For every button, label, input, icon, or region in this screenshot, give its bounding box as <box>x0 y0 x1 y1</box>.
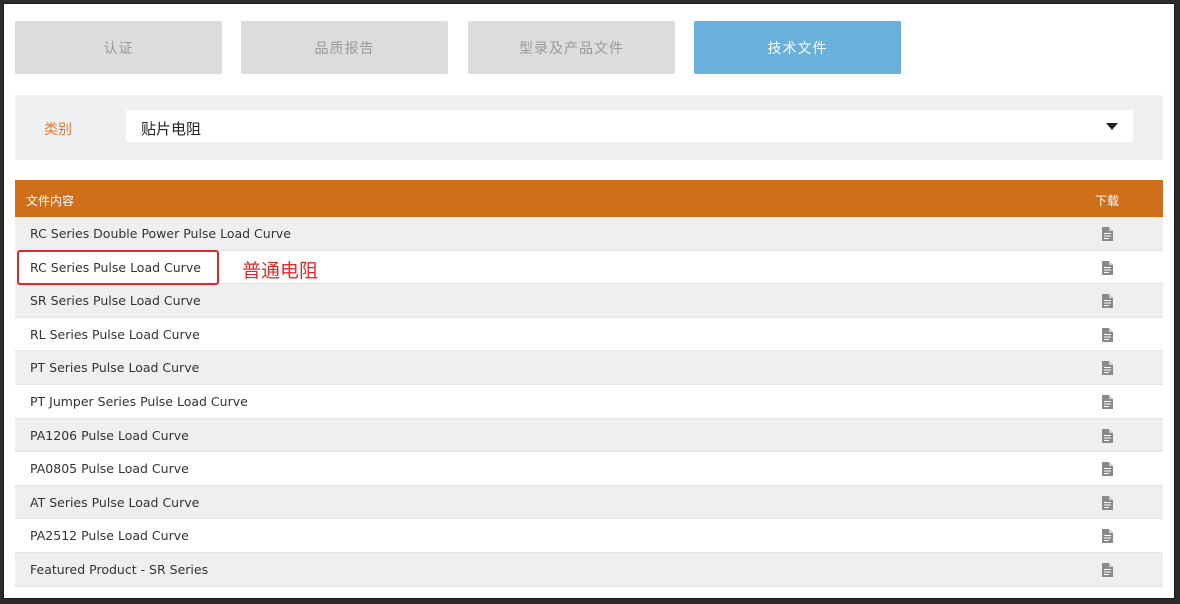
annotation-label: 普通电阻 <box>242 261 319 282</box>
document-title[interactable]: PT Series Pulse Load Curve <box>30 360 199 375</box>
table-row: PA0805 Pulse Load Curve <box>15 452 1163 486</box>
document-title[interactable]: RC Series Double Power Pulse Load Curve <box>30 226 291 241</box>
documents-table: 文件内容 下载 RC Series Double Power Pulse Loa… <box>15 180 1163 587</box>
tab-certification[interactable]: 认证 <box>15 21 222 74</box>
chevron-down-icon <box>1106 123 1118 130</box>
category-filter-bar: 类别 贴片电阻 <box>15 95 1163 160</box>
table-row: RC Series Double Power Pulse Load Curve <box>15 217 1163 251</box>
document-title[interactable]: Featured Product - SR Series <box>30 562 208 577</box>
page-frame: 认证 品质报告 型录及产品文件 技术文件 类别 贴片电阻 文件内容 下载 RC … <box>3 3 1175 599</box>
document-title[interactable]: RL Series Pulse Load Curve <box>30 327 200 342</box>
document-icon[interactable] <box>1102 495 1113 510</box>
document-icon[interactable] <box>1102 361 1113 376</box>
header-download: 下载 <box>1095 194 1120 208</box>
table-row: AT Series Pulse Load Curve <box>15 485 1163 520</box>
document-icon[interactable] <box>1102 462 1113 477</box>
document-icon[interactable] <box>1102 260 1113 275</box>
document-icon[interactable] <box>1102 428 1113 443</box>
table-row: RL Series Pulse Load Curve <box>15 317 1163 352</box>
document-title[interactable]: PT Jumper Series Pulse Load Curve <box>30 394 248 409</box>
document-title[interactable]: PA0805 Pulse Load Curve <box>30 461 189 476</box>
category-select[interactable]: 贴片电阻 <box>126 110 1133 142</box>
table-row: PA1206 Pulse Load Curve <box>15 418 1163 453</box>
header-file-content: 文件内容 <box>26 194 75 208</box>
table-row: PT Series Pulse Load Curve <box>15 351 1163 385</box>
document-icon[interactable] <box>1102 227 1113 241</box>
table-row: RC Series Pulse Load Curve <box>15 250 1163 285</box>
document-icon[interactable] <box>1102 394 1113 409</box>
tab-quality-report[interactable]: 品质报告 <box>241 21 448 74</box>
document-icon[interactable] <box>1102 562 1113 577</box>
category-label: 类别 <box>44 121 72 137</box>
document-title[interactable]: PA1206 Pulse Load Curve <box>30 428 189 443</box>
tab-bar: 认证 品质报告 型录及产品文件 技术文件 <box>15 21 915 74</box>
document-icon[interactable] <box>1102 294 1113 309</box>
document-icon[interactable] <box>1102 327 1113 342</box>
document-title[interactable]: SR Series Pulse Load Curve <box>30 293 201 308</box>
document-title[interactable]: AT Series Pulse Load Curve <box>30 495 199 510</box>
table-row: Featured Product - SR Series <box>15 552 1163 587</box>
table-row: SR Series Pulse Load Curve <box>15 284 1163 318</box>
tab-catalog-documents[interactable]: 型录及产品文件 <box>468 21 675 74</box>
category-selected-value: 贴片电阻 <box>141 121 202 138</box>
document-title[interactable]: PA2512 Pulse Load Curve <box>30 528 189 543</box>
document-icon[interactable] <box>1102 529 1113 544</box>
document-title[interactable]: RC Series Pulse Load Curve <box>30 260 201 275</box>
table-row: PT Jumper Series Pulse Load Curve <box>15 384 1163 419</box>
table-header: 文件内容 下载 <box>15 180 1163 217</box>
table-body: RC Series Double Power Pulse Load Curve R… <box>15 217 1163 587</box>
tab-technical-documents[interactable]: 技术文件 <box>694 21 901 74</box>
table-row: PA2512 Pulse Load Curve <box>15 519 1163 553</box>
